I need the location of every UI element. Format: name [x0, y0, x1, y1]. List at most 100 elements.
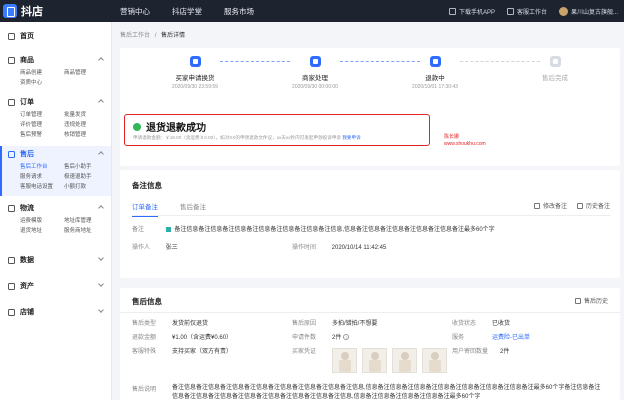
operator-label: 操作人	[132, 245, 151, 251]
operate-time-value: 2020/10/14 11:42:45	[331, 245, 387, 251]
aftersale-icon	[8, 150, 15, 158]
logo-text: 抖店	[21, 6, 43, 18]
sidebar-shop-label: 店铺	[20, 309, 34, 316]
history-icon	[576, 202, 583, 209]
chevron-up-icon	[98, 205, 104, 211]
top-bar: 抖店 营销中心 抖店学堂 服务市场 下载手机APP 客服工作台 果川山复古旗舰.…	[0, 0, 624, 22]
sidebar-item-shop[interactable]: 店铺	[0, 304, 111, 320]
sidebar-assets-label: 资产	[20, 283, 34, 290]
history-icon	[574, 297, 581, 304]
sidebar-item-batch-ship[interactable]: 批量发货	[64, 110, 108, 120]
wallet-icon	[8, 282, 15, 290]
nav-marketing[interactable]: 营销中心	[120, 6, 150, 17]
chevron-up-icon	[98, 57, 104, 63]
sidebar-item-goods-create[interactable]: 商品创建	[20, 68, 64, 78]
sidebar-item-phone-settings[interactable]: 客服电话设置	[20, 182, 64, 192]
chevron-down-icon	[98, 281, 104, 287]
watermark-name: 陈长娜	[444, 134, 460, 140]
sidebar-item-data[interactable]: 数据	[0, 252, 111, 268]
shop-icon	[8, 308, 15, 316]
sidebar-item-violations[interactable]: 违规处理	[64, 120, 108, 130]
tab-order-notes[interactable]: 订单备注	[132, 201, 158, 217]
headset-icon	[506, 7, 514, 15]
edit-notes-button[interactable]: 修改备注	[533, 201, 567, 210]
sidebar-head-goods[interactable]: 商品	[0, 52, 111, 68]
sidebar-item-small-payment[interactable]: 小额打款	[64, 182, 108, 192]
service-desk-button[interactable]: 客服工作台	[506, 7, 547, 16]
aftersale-title: 售后信息	[132, 297, 162, 306]
sidebar-item-aftersale-alert[interactable]: 售后预警	[20, 130, 64, 140]
sidebar-head-aftersale-label: 售后	[20, 151, 34, 158]
receive-value: 已收货	[492, 321, 511, 327]
logo[interactable]: 抖店	[3, 3, 43, 19]
step-icon	[189, 56, 201, 67]
breadcrumb-parent[interactable]: 售后工作台	[120, 33, 150, 39]
download-app-button[interactable]: 下载手机APP	[448, 7, 495, 16]
sidebar-head-logistics[interactable]: 物流	[0, 200, 111, 216]
operate-time-row: 操作时间 2020/10/14 11:42:45	[292, 242, 386, 251]
service-label: 服务	[452, 335, 465, 341]
sidebar-item-qualification[interactable]: 资质中心	[20, 78, 64, 88]
evidence-image[interactable]	[332, 348, 357, 373]
evidence-image[interactable]	[392, 348, 417, 373]
sidebar-home[interactable]: 首页	[0, 28, 111, 44]
sidebar-head-aftersale[interactable]: 售后	[0, 146, 111, 162]
sent-value: 2件	[500, 349, 510, 355]
divider	[120, 312, 620, 313]
sidebar-item-provider-address[interactable]: 服务商地址	[64, 226, 108, 236]
evidence-image[interactable]	[362, 348, 387, 373]
sidebar-item-address-book[interactable]: 地址库管理	[64, 216, 108, 226]
service-link[interactable]: 运费险-已出单	[492, 335, 530, 341]
tab-aftersale-notes[interactable]: 售后备注	[180, 201, 206, 216]
sidebar-item-aftersale-helper[interactable]: 售后小助手	[64, 162, 108, 172]
sidebar-item-goods-manage[interactable]: 商品管理	[64, 68, 108, 78]
chart-icon	[8, 256, 15, 264]
sidebar-head-orders[interactable]: 订单	[0, 94, 111, 110]
operator-value: 张三	[165, 245, 178, 251]
sidebar-home-label: 首页	[20, 33, 34, 40]
sidebar-item-return-address[interactable]: 退货地址	[20, 226, 64, 236]
nav-school[interactable]: 抖店学堂	[172, 6, 202, 17]
guarantee-value: 支持买家（双方有责）	[172, 349, 233, 355]
description-row: 售后说明 备注信息备注信息备注信息备注信息备注信息备注信息备注信息备注信息,信息备…	[132, 384, 602, 400]
amount-label: 退款金额	[132, 335, 157, 341]
sidebar: 首页 商品 商品创建 商品管理 资质中心 订单 订单管理 批量发货 评价管理 违…	[0, 22, 112, 400]
sidebar-head-orders-label: 订单	[20, 99, 34, 106]
shop-menu[interactable]: 果川山复古旗舰...	[558, 6, 618, 16]
reason-row: 售后原因 多拍/错拍/不想要	[292, 318, 377, 327]
chevron-up-icon	[98, 151, 104, 157]
sidebar-item-verify[interactable]: 核销管理	[64, 130, 108, 140]
history-notes-button[interactable]: 历史备注	[576, 201, 610, 210]
sidebar-item-service-request[interactable]: 服务请求	[20, 172, 64, 182]
nav-service-market[interactable]: 服务市场	[224, 6, 254, 17]
reason-label: 售后原因	[292, 321, 317, 327]
chevron-down-icon	[98, 255, 104, 261]
sidebar-item-fast-refund[interactable]: 极速退助手	[64, 172, 108, 182]
sidebar-head-logistics-label: 物流	[20, 205, 34, 212]
appeal-link[interactable]: 我要申诉	[342, 135, 360, 140]
receive-row: 收货状态 已收货	[452, 318, 510, 327]
amount-value: ¥1.00（含运费¥0.60）	[172, 335, 233, 341]
type-label: 售后类型	[132, 321, 157, 327]
sidebar-item-freight-template[interactable]: 运费模版	[20, 216, 64, 226]
notes-tabs: 订单备注 售后备注 修改备注 历史备注	[132, 200, 610, 217]
sidebar-section-orders: 订单 订单管理 批量发货 评价管理 违规处理 售后预警 核销管理	[0, 94, 111, 140]
count-label: 申请件数	[292, 335, 317, 341]
step-time: 2020/10/01 17:30:43	[412, 84, 458, 90]
evidence-image[interactable]	[422, 348, 447, 373]
remark-value: 备注信息备注信息备注信息备注信息备注信息备注信息备注信息,信息备注信息备注信息备…	[174, 227, 495, 233]
breadcrumb: 售后工作台 / 售后详情	[120, 30, 185, 39]
help-icon[interactable]: ?	[343, 334, 350, 340]
sidebar-item-assets[interactable]: 资产	[0, 278, 111, 294]
sent-label: 用户寄回数量	[452, 349, 489, 355]
breadcrumb-current: 售后详情	[161, 33, 186, 39]
home-icon	[8, 32, 15, 40]
sidebar-item-reviews[interactable]: 评价管理	[20, 120, 64, 130]
sidebar-item-order-manage[interactable]: 订单管理	[20, 110, 64, 120]
step-time: 2020/09/30 00:00:00	[292, 84, 338, 90]
aftersale-history-button[interactable]: 售后历史	[574, 296, 608, 305]
status-title: 退货退款成功	[133, 119, 206, 134]
sidebar-item-aftersale-workbench[interactable]: 售后工作台	[20, 162, 64, 172]
amount-row: 退款金额 ¥1.00（含运费¥0.60）	[132, 332, 232, 341]
service-desk-label: 客服工作台	[516, 9, 547, 16]
